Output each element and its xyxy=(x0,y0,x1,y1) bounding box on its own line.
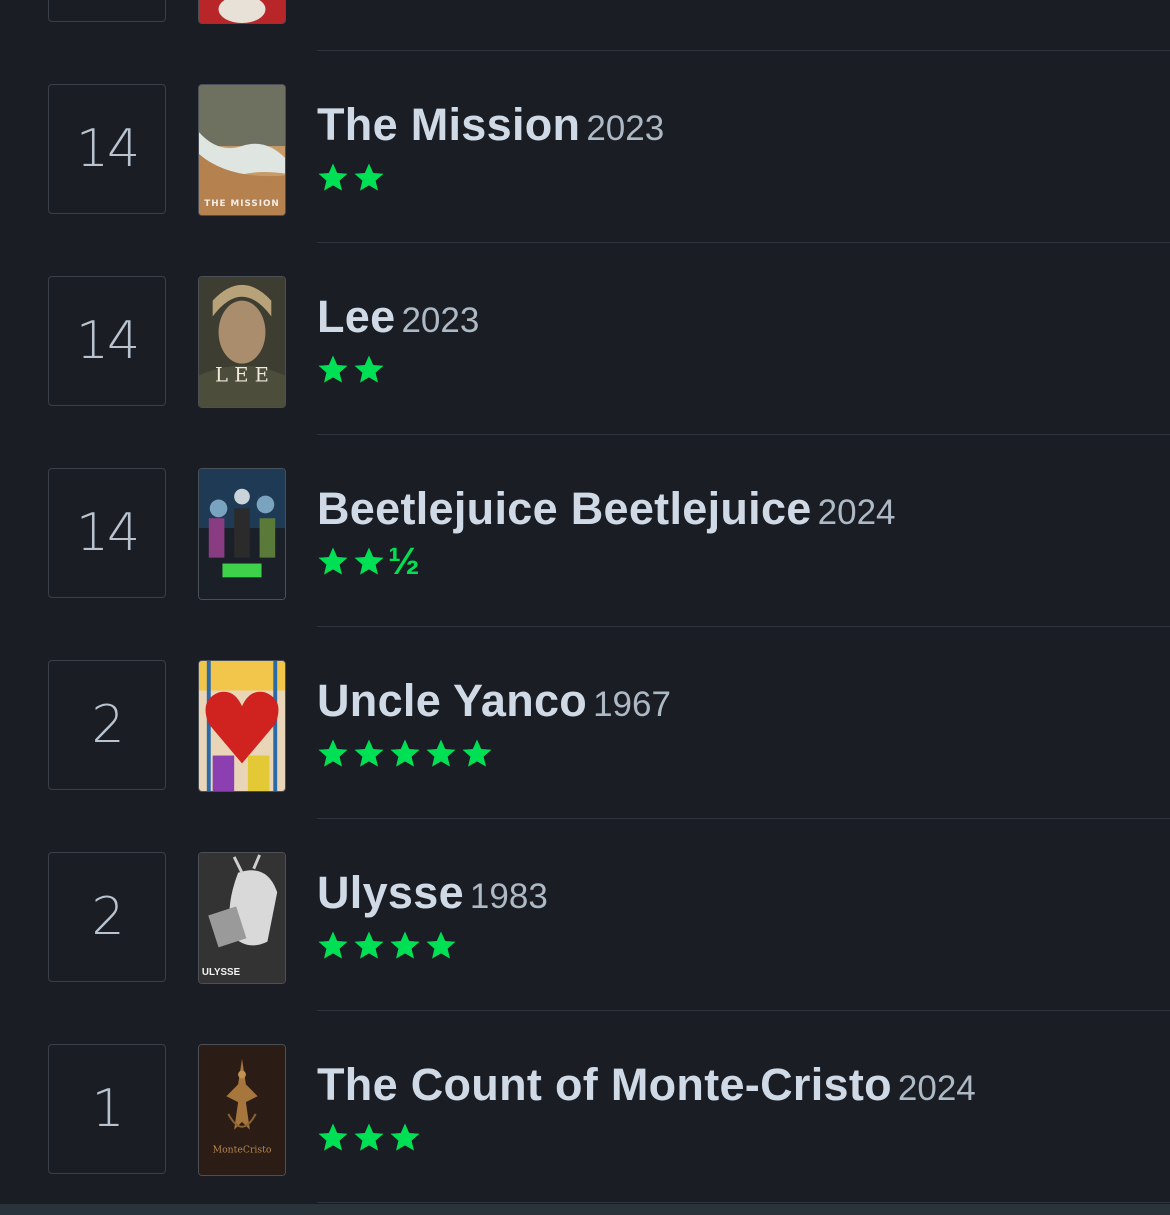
day-number: 2 xyxy=(91,887,124,947)
star-icon xyxy=(390,1123,420,1151)
list-item: 14 THE MISSION The Mission 2023 xyxy=(0,44,1170,243)
star-icon xyxy=(354,355,384,383)
list-item: 2 Uncle Yanco 1967 xyxy=(0,620,1170,819)
star-icon xyxy=(354,931,384,959)
list-item: 14 Beetlejuice Beetlejuice 2024 ½ xyxy=(0,428,1170,627)
poster-caption: L E E xyxy=(215,363,269,386)
star-icon xyxy=(354,1123,384,1151)
star-rating xyxy=(317,736,497,772)
poster-caption: ULYSSE xyxy=(202,967,241,978)
half-star-icon: ½ xyxy=(388,0,420,5)
poster-thumbnail[interactable]: MonteCristo xyxy=(198,1044,286,1176)
poster-thumbnail[interactable]: ULYSSE xyxy=(198,852,286,984)
star-icon xyxy=(318,163,348,191)
star-icon xyxy=(318,1123,348,1151)
star-icon xyxy=(354,547,384,575)
film-year[interactable]: 1967 xyxy=(593,685,671,724)
film-title[interactable]: Uncle Yanco xyxy=(317,675,587,726)
poster-thumbnail[interactable] xyxy=(198,0,286,24)
star-rating: ½ xyxy=(317,0,420,5)
day-number: 14 xyxy=(75,503,140,563)
poster-thumbnail[interactable] xyxy=(198,660,286,792)
star-icon xyxy=(390,931,420,959)
star-rating xyxy=(317,160,389,196)
star-rating xyxy=(317,1120,425,1156)
poster-thumbnail[interactable] xyxy=(198,468,286,600)
diary-list: ½ 14 THE MISSION The Mission2023 14 xyxy=(0,0,1170,1203)
film-year[interactable]: 1983 xyxy=(470,877,548,916)
goat-poster-icon: ULYSSE xyxy=(199,853,285,983)
day-badge[interactable]: 2 xyxy=(48,660,166,790)
beach-aerial-poster-icon: THE MISSION xyxy=(199,85,285,215)
day-badge[interactable]: 14 xyxy=(48,84,166,214)
group-poster-icon xyxy=(199,469,285,599)
bottom-bar xyxy=(0,1204,1170,1215)
list-item: ½ xyxy=(0,0,1170,51)
star-icon xyxy=(390,739,420,767)
star-icon xyxy=(353,0,385,2)
red-poster-icon xyxy=(199,0,285,23)
half-star-icon: ½ xyxy=(388,541,420,583)
poster-thumbnail[interactable]: THE MISSION xyxy=(198,84,286,216)
film-year[interactable]: 2024 xyxy=(818,493,896,532)
list-item: 1 MonteCristo The Count of Monte-Cristo 2… xyxy=(0,1004,1170,1203)
star-icon xyxy=(426,931,456,959)
star-icon xyxy=(318,355,348,383)
poster-caption: THE MISSION xyxy=(204,199,279,209)
star-icon xyxy=(354,163,384,191)
star-icon xyxy=(318,547,348,575)
day-badge[interactable]: 14 xyxy=(48,276,166,406)
emblem-poster-icon: MonteCristo xyxy=(199,1045,285,1175)
divider xyxy=(317,1202,1170,1203)
day-badge[interactable]: 14 xyxy=(48,468,166,598)
day-number: 1 xyxy=(91,1079,124,1139)
star-rating xyxy=(317,928,461,964)
star-icon xyxy=(354,739,384,767)
star-rating xyxy=(317,352,389,388)
day-number: 2 xyxy=(91,695,124,755)
film-title[interactable]: The Count of Monte-Cristo xyxy=(317,1059,892,1110)
film-year[interactable]: 2024 xyxy=(898,1069,976,1108)
day-badge[interactable]: 1 xyxy=(48,1044,166,1174)
film-year[interactable]: 2023 xyxy=(586,109,664,148)
day-badge[interactable] xyxy=(48,0,166,22)
day-badge[interactable]: 2 xyxy=(48,852,166,982)
film-year[interactable]: 2023 xyxy=(401,301,479,340)
film-title[interactable]: Lee xyxy=(317,291,395,342)
poster-thumbnail[interactable]: L E E xyxy=(198,276,286,408)
star-icon xyxy=(426,739,456,767)
film-title[interactable]: The Mission xyxy=(317,99,580,150)
portrait-poster-icon: L E E xyxy=(199,277,285,407)
poster-caption: MonteCristo xyxy=(213,1144,272,1155)
list-item: 14 L E E Lee 2023 xyxy=(0,236,1170,435)
star-icon xyxy=(318,931,348,959)
star-icon xyxy=(317,0,349,2)
day-number: 14 xyxy=(75,119,140,179)
star-icon xyxy=(318,739,348,767)
star-icon xyxy=(462,739,492,767)
film-title[interactable]: Ulysse xyxy=(317,867,464,918)
film-title[interactable]: Beetlejuice Beetlejuice xyxy=(317,483,812,534)
day-number: 14 xyxy=(75,311,140,371)
list-item: 2 ULYSSE Ulysse 1983 xyxy=(0,812,1170,1011)
star-rating: ½ xyxy=(317,541,420,583)
heart-poster-icon xyxy=(199,661,285,791)
